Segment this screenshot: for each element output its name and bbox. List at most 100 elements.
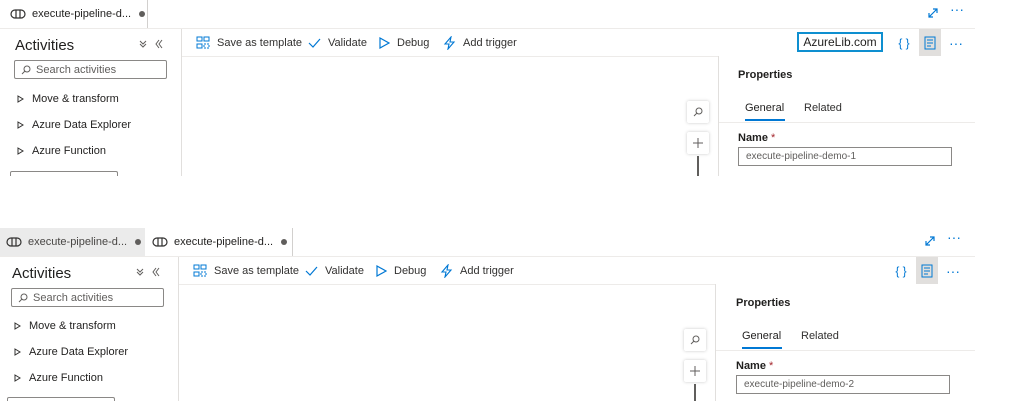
selected-tab-indicator [742, 347, 782, 349]
more-icon[interactable]: ··· [946, 29, 966, 56]
category-azure-function[interactable]: Azure Function [17, 145, 106, 157]
category-label: Azure Function [32, 145, 106, 157]
zoom-in-button[interactable] [687, 132, 709, 154]
button-label: Validate [328, 36, 367, 49]
add-trigger-button[interactable]: Add trigger [440, 257, 514, 284]
name-label: Name * [738, 132, 775, 144]
pipeline-icon [10, 9, 26, 19]
zoom-slider[interactable] [697, 156, 699, 176]
category-label: Move & transform [29, 320, 116, 332]
zoom-in-button[interactable] [684, 360, 706, 382]
zoom-slider[interactable] [694, 384, 696, 401]
tab-general[interactable]: General [745, 102, 784, 114]
pipeline-editor-1: execute-pipeline-d... ··· Activities Sea… [0, 0, 975, 176]
name-value: execute-pipeline-demo-2 [744, 379, 855, 390]
search-activities-input[interactable]: Search activities [14, 60, 167, 79]
required-mark: * [771, 132, 776, 144]
more-icon[interactable]: ··· [943, 257, 963, 284]
tab-pipeline-1[interactable]: execute-pipeline-d... [0, 228, 145, 256]
lightning-icon [440, 263, 453, 278]
more-icon[interactable]: ··· [950, 1, 964, 17]
button-label: Add trigger [463, 36, 517, 49]
expand-icon[interactable] [924, 234, 936, 250]
save-as-template-button[interactable]: Save as template [196, 29, 302, 56]
properties-icon[interactable] [916, 257, 938, 284]
tab-pipeline[interactable]: execute-pipeline-d... [0, 0, 147, 28]
plus-icon [690, 366, 700, 376]
canvas-search-button[interactable] [684, 329, 706, 351]
activities-pane: Activities Search activities Move & tran… [0, 29, 182, 176]
collapse-all-icon[interactable] [136, 266, 160, 280]
tab-bar: execute-pipeline-d... execute-pipeline-d… [0, 228, 975, 257]
button-label: Debug [397, 36, 430, 49]
debug-button[interactable]: Debug [379, 29, 429, 56]
name-input[interactable]: execute-pipeline-demo-1 [738, 147, 952, 166]
tab-pipeline-2[interactable]: execute-pipeline-d... [145, 228, 292, 256]
code-icon[interactable]: { } [894, 29, 914, 56]
category-label: Move & transform [32, 93, 119, 105]
tab-related[interactable]: Related [804, 102, 842, 114]
plus-icon [693, 138, 703, 148]
check-icon [308, 38, 321, 48]
tab-related[interactable]: Related [801, 330, 839, 342]
properties-pane: Properties General Related Name * execut… [718, 56, 975, 176]
pipeline-icon [6, 237, 22, 247]
play-icon [379, 36, 390, 49]
watermark-text: AzureLib.com [803, 35, 877, 49]
properties-icon[interactable] [919, 29, 941, 56]
chevron-right-icon [17, 147, 24, 155]
category-label: Azure Data Explorer [32, 119, 132, 131]
tab-label: execute-pipeline-d... [28, 236, 128, 248]
category-label: Azure Function [29, 372, 103, 384]
activities-title: Activities [12, 265, 72, 282]
validate-button[interactable]: Validate [305, 257, 364, 284]
code-icon[interactable]: { } [891, 257, 911, 284]
more-icon[interactable]: ··· [947, 229, 961, 245]
save-as-template-button[interactable]: Save as template [193, 257, 299, 284]
chevron-right-icon [14, 374, 21, 382]
debug-button[interactable]: Debug [376, 257, 426, 284]
pipeline-editor-2: execute-pipeline-d... execute-pipeline-d… [0, 228, 975, 401]
divider [292, 228, 293, 256]
tab-label: execute-pipeline-d... [32, 8, 132, 20]
category-move-transform[interactable]: Move & transform [17, 93, 119, 105]
activity-item-partial[interactable] [7, 397, 115, 401]
tab-bar: execute-pipeline-d... ··· [0, 0, 975, 29]
save-template-icon [196, 36, 210, 49]
name-input[interactable]: execute-pipeline-demo-2 [736, 375, 950, 394]
category-azure-function[interactable]: Azure Function [14, 372, 103, 384]
expand-icon[interactable] [927, 6, 939, 22]
search-placeholder: Search activities [36, 63, 117, 76]
search-icon [18, 293, 28, 302]
category-azure-data-explorer[interactable]: Azure Data Explorer [14, 346, 128, 358]
search-activities-input[interactable]: Search activities [11, 288, 164, 307]
name-label: Name * [736, 360, 773, 372]
button-label: Save as template [214, 264, 299, 277]
lightning-icon [443, 35, 456, 50]
name-label-text: Name [736, 360, 766, 372]
button-label: Validate [325, 264, 364, 277]
divider [719, 122, 975, 123]
collapse-all-icon[interactable] [139, 38, 163, 52]
required-mark: * [769, 360, 774, 372]
pipeline-toolbar: Save as template Validate Debug Add trig… [179, 257, 975, 285]
button-label: Save as template [217, 36, 302, 49]
selected-tab-indicator [745, 119, 785, 121]
category-azure-data-explorer[interactable]: Azure Data Explorer [17, 119, 131, 131]
validate-button[interactable]: Validate [308, 29, 367, 56]
search-icon [690, 335, 700, 345]
unsaved-dot [281, 239, 288, 245]
save-template-icon [193, 264, 207, 277]
azurelib-watermark: AzureLib.com [797, 32, 883, 52]
activity-item-partial[interactable] [10, 171, 118, 176]
tab-general[interactable]: General [742, 330, 781, 342]
name-value: execute-pipeline-demo-1 [746, 151, 857, 162]
category-move-transform[interactable]: Move & transform [14, 320, 116, 332]
activities-title: Activities [15, 37, 75, 54]
canvas-search-button[interactable] [687, 101, 709, 123]
add-trigger-button[interactable]: Add trigger [443, 29, 517, 56]
tab-label: execute-pipeline-d... [174, 236, 274, 248]
chevron-right-icon [17, 95, 24, 103]
play-icon [376, 264, 387, 277]
name-label-text: Name [738, 132, 768, 144]
